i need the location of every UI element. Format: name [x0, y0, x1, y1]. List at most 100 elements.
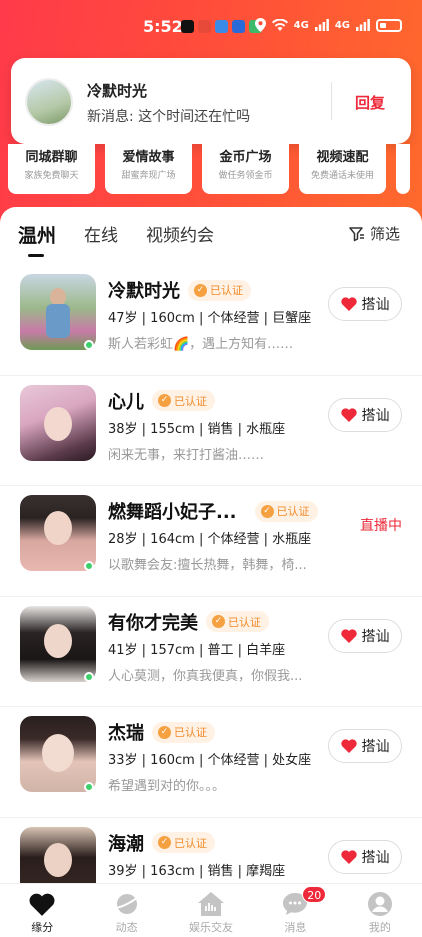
verified-label: 已认证 [174, 836, 207, 850]
user-info: 33岁 | 160cm | 个体经营 | 处女座 [108, 753, 312, 768]
verified-icon: ✓ [158, 836, 171, 849]
user-name: 冷默时光 [108, 281, 180, 302]
avatar-figure [42, 734, 74, 772]
list-item[interactable]: 杰瑞 ✓ 已认证 33岁 | 160cm | 个体经营 | 处女座 希望遇到对的你… [0, 707, 422, 818]
nav-item-messages[interactable]: 20 消息 [253, 884, 337, 937]
wifi-icon [271, 19, 288, 31]
online-indicator [84, 671, 94, 682]
verified-icon: ✓ [212, 615, 225, 628]
avatar[interactable] [20, 274, 96, 350]
greet-label: 搭讪 [361, 297, 390, 313]
user-info: 39岁 | 163cm | 销售 | 摩羯座 [108, 863, 286, 879]
nav-label: 缘分 [31, 921, 54, 934]
signal-1-label: 4G [293, 19, 309, 31]
notification-message: 新消息: 这个时间还在忙吗 [87, 109, 251, 125]
verified-icon: ✓ [260, 504, 274, 518]
reply-button[interactable]: 回复 [355, 92, 385, 113]
user-name: 海潮 [108, 833, 144, 855]
filter-icon [349, 226, 364, 241]
tab-video-date[interactable]: 视频约会 [146, 221, 214, 248]
greet-button[interactable]: 搭讪 [328, 618, 402, 653]
app-icon [215, 20, 228, 33]
notification-sender: 冷默时光 [87, 82, 148, 100]
tab-online[interactable]: 在线 [84, 221, 118, 248]
avatar [25, 78, 73, 126]
greet-label: 搭讪 [361, 628, 390, 645]
quick-entry-title: 爱情故事 [122, 150, 175, 165]
live-status[interactable]: 直播中 [360, 515, 402, 535]
greet-button[interactable]: 搭讪 [328, 287, 402, 321]
greet-button[interactable]: 搭讪 [328, 839, 402, 874]
quick-entry-group-chat[interactable]: 同城群聊 家族免费聊天 [8, 144, 95, 194]
list-item[interactable]: 燃舞蹈小妃子... ✓ 已认证 28岁 | 164cm | 个体经营 | 水瓶座 … [0, 486, 422, 597]
tab-wenzhou[interactable]: 温州 [18, 221, 56, 257]
quick-entry-coin-plaza[interactable]: 金币广场 做任务领金币 [202, 144, 289, 194]
name-line: 冷默时光 ✓ 已认证 [108, 277, 251, 303]
tab-bar: 温州 在线 视频约会 [18, 221, 214, 257]
quick-entry-title: 同城群聊 [25, 150, 78, 165]
greet-button[interactable]: 搭讪 [328, 397, 402, 432]
battery-icon [376, 18, 402, 32]
user-info: 47岁 | 160cm | 个体经营 | 巨蟹座 [108, 311, 312, 326]
greet-button[interactable]: 搭讪 [328, 729, 402, 763]
nav-label: 动态 [115, 921, 138, 934]
verified-label: 已认证 [174, 394, 207, 408]
verified-icon: ✓ [194, 283, 207, 297]
quick-entry-title: 视频速配 [316, 150, 369, 165]
verified-badge: ✓ 已认证 [152, 721, 215, 743]
user-description: 斯人若彩虹🌈，遇上方知有…… [108, 337, 294, 352]
online-indicator [84, 340, 94, 350]
profile-icon [366, 890, 394, 918]
message-notification[interactable]: 冷默时光 新消息: 这个时间还在忙吗 回复 [11, 58, 411, 144]
status-app-icons [181, 20, 262, 33]
nav-item-fate[interactable]: 缘分 [0, 884, 84, 937]
greet-label: 搭讪 [361, 849, 390, 866]
user-name: 杰瑞 [108, 723, 144, 744]
app-icon [198, 20, 211, 33]
nav-item-profile[interactable]: 我的 [338, 884, 422, 937]
unread-count-badge: 20 [302, 886, 327, 903]
verified-label: 已认证 [174, 726, 207, 739]
list-item[interactable]: 心儿 ✓ 已认证 38岁 | 155cm | 销售 | 水瓶座 闲来无事，来打打酱… [0, 376, 422, 486]
list-item[interactable]: 有你才完美 ✓ 已认证 41岁 | 157cm | 普工 | 白羊座 人心莫测，你… [0, 597, 422, 707]
user-name: 有你才完美 [108, 612, 198, 634]
user-description: 人心莫测，你真我便真，你假我... [108, 668, 303, 684]
filter-button[interactable]: 筛选 [349, 223, 400, 244]
quick-entry-video-match[interactable]: 视频速配 免费通话未使用 [299, 144, 386, 194]
user-name: 心儿 [108, 391, 144, 413]
user-list: 冷默时光 ✓ 已认证 47岁 | 160cm | 个体经营 | 巨蟹座 斯人若彩虹… [0, 265, 422, 928]
status-bar: 5:52 4G 4G [0, 0, 422, 52]
verified-icon: ✓ [158, 394, 171, 407]
quick-entry-love-story[interactable]: 爱情故事 甜蜜奔现广场 [105, 144, 192, 194]
nav-label: 我的 [368, 921, 391, 934]
status-indicators: 4G 4G [254, 18, 402, 32]
quick-entry-more[interactable] [396, 144, 410, 194]
avatar[interactable] [20, 716, 96, 792]
planet-icon [113, 890, 141, 918]
avatar-figure [46, 304, 70, 338]
name-line: 有你才完美 ✓ 已认证 [108, 609, 269, 635]
status-time: 5:52 [143, 17, 183, 36]
name-line: 心儿 ✓ 已认证 [108, 388, 215, 414]
nav-item-moments[interactable]: 动态 [84, 884, 168, 937]
heart-icon [28, 890, 56, 918]
user-info: 28岁 | 164cm | 个体经营 | 水瓶座 [108, 532, 312, 547]
signal-icon [356, 19, 370, 31]
verified-label: 已认证 [210, 284, 243, 297]
quick-entry-subtitle: 甜蜜奔现广场 [121, 171, 176, 181]
name-line: 燃舞蹈小妃子... ✓ 已认证 [108, 498, 318, 524]
list-item[interactable]: 冷默时光 ✓ 已认证 47岁 | 160cm | 个体经营 | 巨蟹座 斯人若彩虹… [0, 265, 422, 376]
user-description: 闲来无事，来打打酱油…… [108, 447, 265, 463]
avatar[interactable] [20, 384, 96, 461]
avatar[interactable] [20, 605, 96, 682]
user-info: 38岁 | 155cm | 销售 | 水瓶座 [108, 421, 286, 437]
divider [331, 82, 332, 120]
name-line: 杰瑞 ✓ 已认证 [108, 719, 215, 745]
house-icon [197, 890, 225, 918]
nav-item-entertainment[interactable]: 娱乐交友 [169, 884, 253, 937]
verified-badge: ✓ 已认证 [188, 279, 251, 301]
user-description: 希望遇到对的你。。。 [108, 779, 226, 794]
tiktok-icon [181, 20, 194, 33]
quick-entry-subtitle: 做任务领金币 [218, 171, 273, 181]
avatar[interactable] [20, 495, 96, 571]
